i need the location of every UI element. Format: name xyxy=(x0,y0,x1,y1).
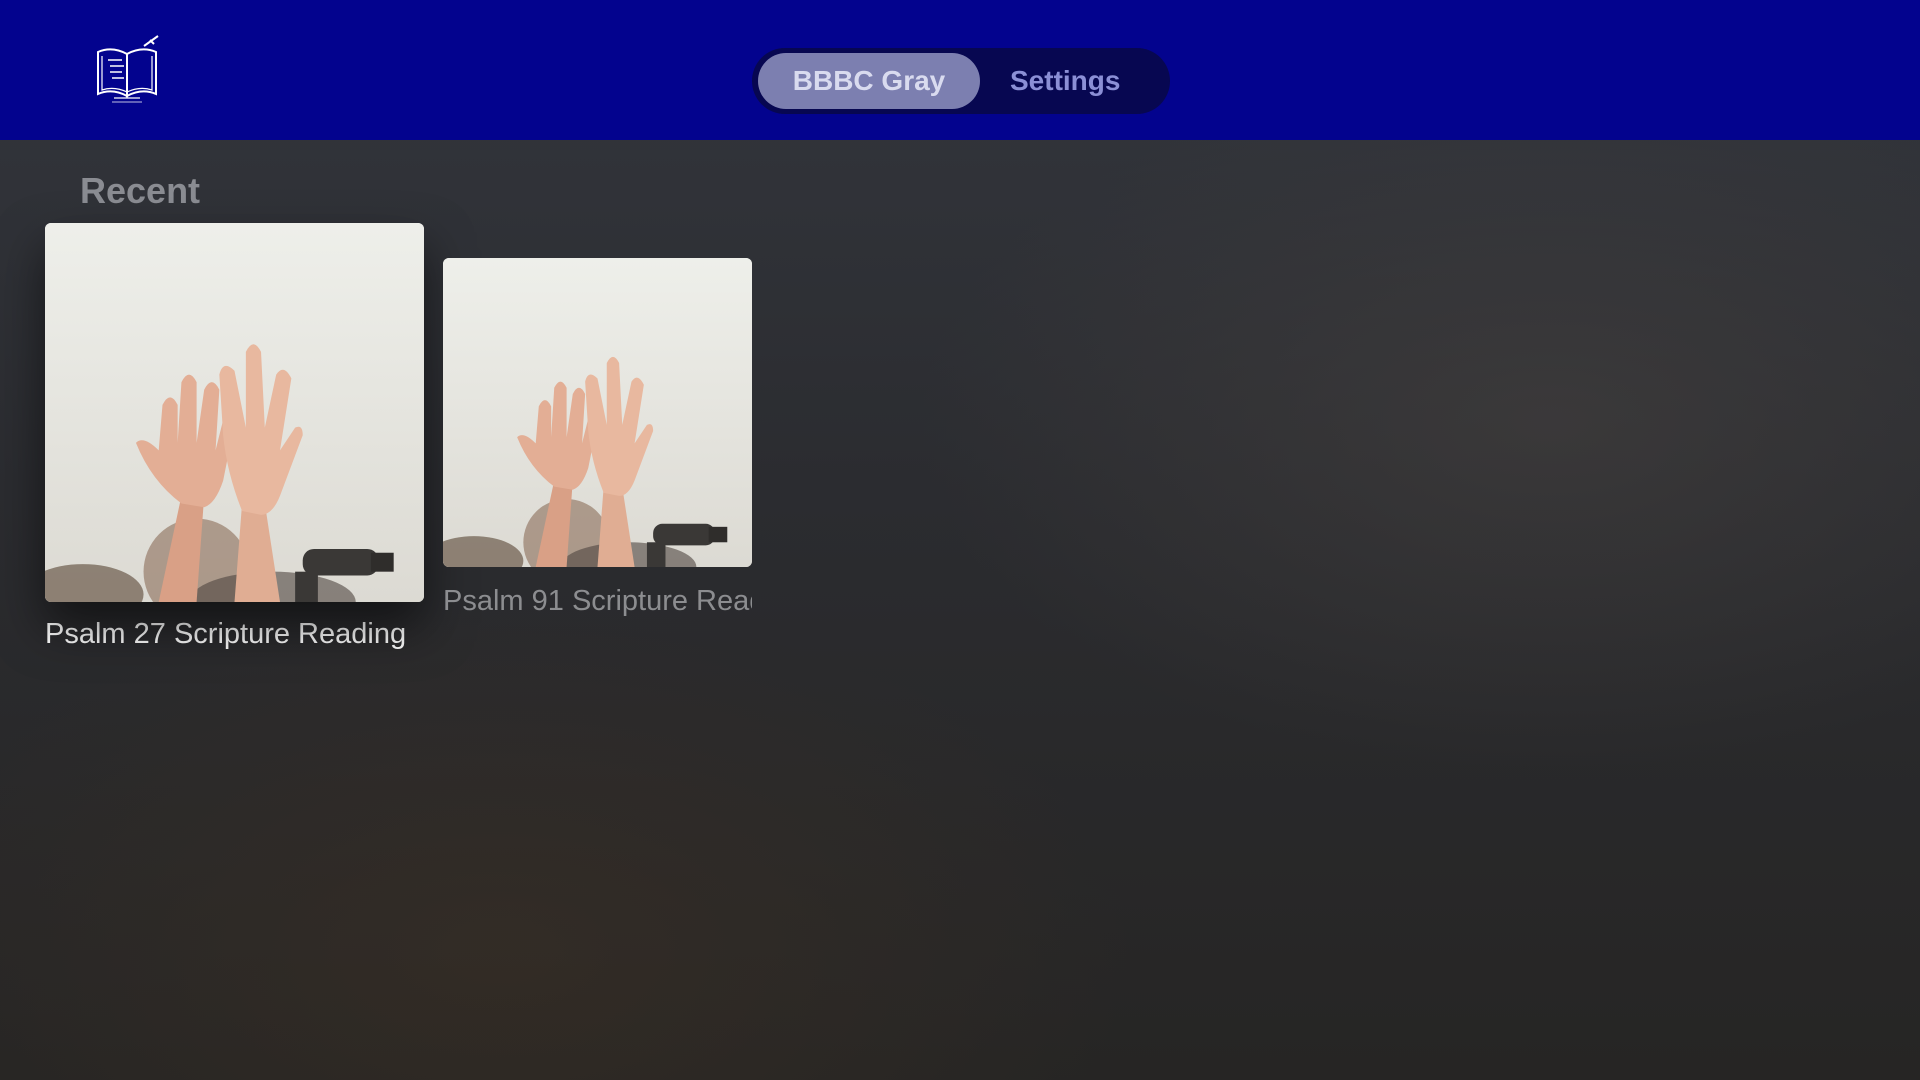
tab-bbbc-gray[interactable]: BBBC Gray xyxy=(758,53,980,109)
church-logo xyxy=(94,34,162,104)
tab-settings[interactable]: Settings xyxy=(980,53,1150,109)
top-bar: BBBC Gray Settings xyxy=(0,0,1920,140)
open-book-icon xyxy=(97,35,159,103)
media-card-psalm-91[interactable]: Psalm 91 Scripture Reading xyxy=(443,258,752,618)
section-title-recent: Recent xyxy=(80,170,201,211)
raised-hands-thumbnail xyxy=(45,223,424,602)
raised-hands-image xyxy=(443,258,752,567)
media-card-title: Psalm 27 Scripture Reading xyxy=(45,618,407,650)
raised-hands-image xyxy=(45,223,424,602)
media-card-psalm-27[interactable]: Psalm 27 Scripture Reading xyxy=(45,223,424,651)
tab-bar: BBBC Gray Settings xyxy=(752,48,1170,114)
media-card-title: Psalm 91 Scripture Reading xyxy=(443,585,752,617)
raised-hands-thumbnail xyxy=(443,258,752,567)
